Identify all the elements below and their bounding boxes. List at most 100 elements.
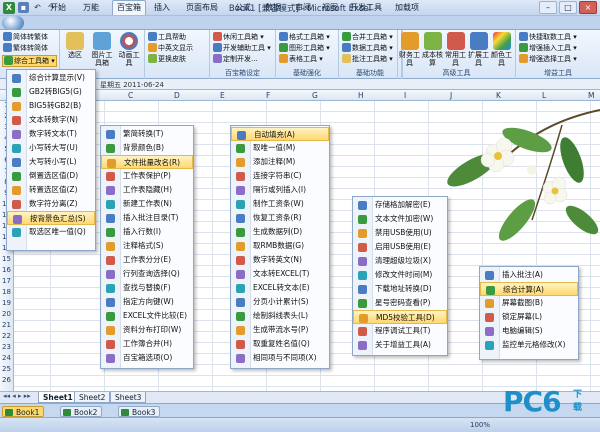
sheet-tab-3[interactable]: Sheet3 bbox=[110, 392, 147, 403]
column-header[interactable]: M bbox=[588, 91, 594, 100]
row-header[interactable]: 19 bbox=[0, 299, 13, 307]
menu-item[interactable]: 转置选区值(Z) bbox=[7, 183, 95, 197]
menu-item[interactable]: 添加注释(M) bbox=[231, 155, 329, 169]
menu-item[interactable]: 隔行或列插入(I) bbox=[231, 183, 329, 197]
tab-5[interactable]: 公式 bbox=[232, 1, 254, 14]
menu-item[interactable]: 指定方向键(W) bbox=[101, 295, 193, 309]
traditional-to-simplified-button[interactable]: 繁体转简体 bbox=[3, 43, 48, 53]
column-header[interactable]: G bbox=[312, 91, 318, 100]
menu-item[interactable]: 取选区唯一值(Q) bbox=[7, 225, 95, 239]
finance-tool-button[interactable]: 财务工具 bbox=[398, 30, 421, 67]
column-header[interactable]: H bbox=[358, 91, 364, 100]
menu-item[interactable]: 分页小计累计(S) bbox=[231, 295, 329, 309]
menu-item[interactable]: 连接字符串(C) bbox=[231, 169, 329, 183]
tab-8[interactable]: 视图 bbox=[318, 1, 342, 14]
menu-item[interactable]: 文本转数字(N) bbox=[7, 113, 95, 127]
workbook-tab-2[interactable]: Book2 bbox=[60, 406, 103, 417]
menu-item[interactable]: 相同项与不同项(X) bbox=[231, 351, 329, 365]
extend-tool-button[interactable]: 扩展工具 bbox=[467, 30, 490, 67]
menu-item[interactable]: 插入行数(I) bbox=[101, 225, 193, 239]
color-tool-button[interactable]: 颜色工具 bbox=[490, 30, 513, 67]
column-header[interactable]: L bbox=[542, 91, 546, 100]
menu-item[interactable]: 工作表保护(P) bbox=[101, 169, 193, 183]
menu-item[interactable]: 按背景色汇总(S) bbox=[7, 211, 95, 225]
column-header[interactable]: C bbox=[128, 91, 133, 100]
combined-toolbox-button[interactable]: 综合工具箱 ▾ bbox=[2, 55, 57, 67]
menu-item[interactable]: 清理超级垃圾(X) bbox=[353, 254, 447, 268]
menu-item[interactable]: 电脑编辑(S) bbox=[480, 324, 578, 338]
column-header[interactable]: E bbox=[220, 91, 225, 100]
tab-1[interactable]: 万能 bbox=[78, 1, 104, 14]
image-toolbox-button[interactable]: 图片工具箱 bbox=[89, 30, 115, 67]
office-button[interactable] bbox=[2, 16, 24, 30]
menu-item[interactable]: BIG5转GB2(B) bbox=[7, 99, 95, 113]
sheet-tab-2[interactable]: Sheet2 bbox=[74, 392, 111, 403]
sheet-tab-1[interactable]: Sheet1 bbox=[38, 392, 78, 403]
row-header[interactable]: 25 bbox=[0, 365, 13, 373]
row-header[interactable]: 16 bbox=[0, 266, 13, 274]
leisure-toolbox-button[interactable]: 休闲工具箱 ▾ bbox=[213, 32, 264, 42]
table-tool-button[interactable]: 表格工具 ▾ bbox=[279, 54, 323, 64]
quick-fetch-button[interactable]: 快捷取数工具 ▾ bbox=[519, 32, 577, 42]
format-toolbox-button[interactable]: 格式工具箱 ▾ bbox=[279, 32, 330, 42]
workbook-tab-1[interactable]: Book1 bbox=[2, 406, 45, 417]
column-header[interactable]: J bbox=[450, 91, 452, 100]
tab-7[interactable]: 审阅 bbox=[292, 1, 314, 14]
menu-item[interactable]: 存储格加解密(E) bbox=[353, 198, 447, 212]
change-skin-button[interactable]: 更换皮肤 bbox=[148, 54, 186, 64]
minimize-button[interactable]: – bbox=[539, 1, 557, 14]
row-header[interactable]: 15 bbox=[0, 255, 13, 263]
menu-item[interactable]: 插入批注目录(T) bbox=[101, 211, 193, 225]
row-header[interactable]: 20 bbox=[0, 310, 13, 318]
menu-item[interactable]: 下载地址转换(D) bbox=[353, 282, 447, 296]
menu-item[interactable]: 制作工资条(W) bbox=[231, 197, 329, 211]
menu-item[interactable]: 关于增益工具(A) bbox=[353, 338, 447, 352]
column-header[interactable]: K bbox=[496, 91, 501, 100]
tab-scroll-first-icon[interactable]: ◂◂ ◂ ▸ ▸▸ bbox=[3, 392, 31, 400]
menu-item[interactable]: 资料分布打印(W) bbox=[101, 323, 193, 337]
menu-item[interactable]: 行列查询选择(Q) bbox=[101, 267, 193, 281]
menu-item[interactable]: 恢复工资条(R) bbox=[231, 211, 329, 225]
language-toggle-button[interactable]: 中英文显示 bbox=[148, 43, 193, 53]
menu-item[interactable]: 百宝箱选项(O) bbox=[101, 351, 193, 365]
menu-item[interactable]: EXCEL转文本(E) bbox=[231, 281, 329, 295]
row-header[interactable]: 26 bbox=[0, 376, 13, 384]
row-header[interactable]: 17 bbox=[0, 277, 13, 285]
tab-0[interactable]: 开始 bbox=[46, 1, 70, 14]
menu-item[interactable]: 生成带流水号(P) bbox=[231, 323, 329, 337]
column-header[interactable]: F bbox=[266, 91, 270, 100]
graphics-toolbox-button[interactable]: 图形工具箱 ▾ bbox=[279, 43, 330, 53]
menu-item[interactable]: MD5校验工具(D) bbox=[353, 310, 447, 324]
menu-item[interactable]: EXCEL文件比较(E) bbox=[101, 309, 193, 323]
menu-item[interactable]: 屏幕截图(B) bbox=[480, 296, 578, 310]
menu-item[interactable]: 新建工作表(N) bbox=[101, 197, 193, 211]
tool-help-button[interactable]: 工具帮助 bbox=[148, 32, 186, 42]
menu-item[interactable]: 启用USB使用(E) bbox=[353, 240, 447, 254]
row-header[interactable]: 24 bbox=[0, 354, 13, 362]
row-header[interactable]: 22 bbox=[0, 332, 13, 340]
zoom-level[interactable]: 100% bbox=[470, 421, 490, 429]
row-header[interactable]: 18 bbox=[0, 288, 13, 296]
common-tool-button[interactable]: 常用工具 bbox=[444, 30, 467, 67]
menu-item[interactable]: 禁用USB使用(U) bbox=[353, 226, 447, 240]
simplified-to-traditional-button[interactable]: 简体转繁体 bbox=[3, 32, 48, 42]
menu-item[interactable]: 取重复姓名值(Q) bbox=[231, 337, 329, 351]
menu-item[interactable]: 注释格式(S) bbox=[101, 239, 193, 253]
menu-item[interactable]: 繁简转换(T) bbox=[101, 127, 193, 141]
enhanced-select-button[interactable]: 增强选择工具 ▾ bbox=[519, 54, 577, 64]
menu-item[interactable]: 修改文件时间(M) bbox=[353, 268, 447, 282]
menu-item[interactable]: 背景颜色(B) bbox=[101, 141, 193, 155]
cost-accounting-button[interactable]: 成本核算 bbox=[421, 30, 444, 67]
row-header[interactable]: 23 bbox=[0, 343, 13, 351]
menu-item[interactable]: 星号密码查看(P) bbox=[353, 296, 447, 310]
column-header[interactable]: D bbox=[174, 91, 180, 100]
menu-item[interactable]: 小写转大写(U) bbox=[7, 141, 95, 155]
menu-item[interactable]: 工作表分分(E) bbox=[101, 253, 193, 267]
maximize-button[interactable]: □ bbox=[559, 1, 577, 14]
menu-item[interactable]: 大写转小写(L) bbox=[7, 155, 95, 169]
tab-6[interactable]: 数据 bbox=[260, 1, 286, 14]
menu-item[interactable]: 文件批量改名(R) bbox=[101, 155, 193, 169]
menu-item[interactable]: 取唯一值(M) bbox=[231, 141, 329, 155]
menu-item[interactable]: 倒置选区值(D) bbox=[7, 169, 95, 183]
menu-item[interactable]: 绘制斜线表头(L) bbox=[231, 309, 329, 323]
